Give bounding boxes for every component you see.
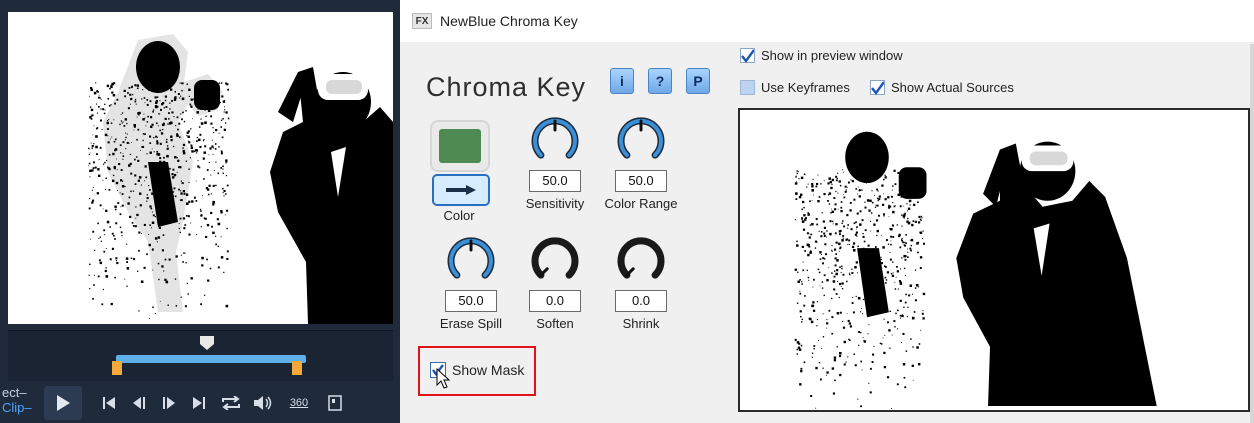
soften-knob-group: 0.0 Soften: [510, 234, 600, 331]
checkmark-icon: [871, 80, 884, 95]
shrink-knob-group: 0.0 Shrink: [596, 234, 686, 331]
use-keyframes-option[interactable]: Use Keyframes: [740, 80, 850, 95]
show-actual-sources-checkbox[interactable]: [870, 80, 885, 95]
video-editor-panel: ect– Clip– 360: [0, 0, 400, 423]
soften-value-field[interactable]: 0.0: [529, 290, 581, 312]
color-label: Color: [443, 208, 475, 223]
step-back-button[interactable]: [124, 388, 154, 418]
sensitivity-knob-group: 50.0 Sensitivity: [510, 114, 600, 211]
shrink-knob[interactable]: [616, 234, 666, 286]
show-mask-label[interactable]: Show Mask: [452, 362, 524, 378]
mouse-cursor-icon: [436, 368, 451, 389]
help-button[interactable]: ?: [648, 68, 672, 94]
show-in-preview-option[interactable]: Show in preview window: [740, 48, 903, 63]
dialog-right-edge: [1250, 44, 1254, 423]
erase-spill-knob-group: 50.0 Erase Spill: [426, 234, 516, 331]
trim-start-handle[interactable]: [112, 361, 122, 375]
fx-logo-icon: FX: [412, 13, 432, 29]
360-icon: 360: [289, 396, 309, 409]
key-color-fill: [439, 129, 481, 163]
repeat-icon: [222, 395, 240, 410]
repeat-button[interactable]: [214, 388, 248, 418]
soften-label: Soften: [536, 316, 574, 331]
playhead-marker[interactable]: [198, 335, 216, 351]
key-color-swatch[interactable]: [430, 120, 490, 172]
transport-controls: 360: [0, 382, 400, 423]
360-button[interactable]: 360: [278, 388, 320, 418]
trim-range-bar[interactable]: [116, 355, 306, 363]
show-actual-sources-label[interactable]: Show Actual Sources: [891, 80, 1014, 95]
show-mask-highlight: Show Mask: [418, 346, 536, 396]
previous-icon: [103, 396, 115, 409]
effect-preview-window: [738, 108, 1250, 412]
chroma-key-dialog: FX NewBlue Chroma Key Chroma Key i ? P C…: [400, 0, 1254, 423]
next-icon: [193, 396, 205, 409]
crop-button[interactable]: [320, 388, 350, 418]
previous-button[interactable]: [94, 388, 124, 418]
eyedropper-button[interactable]: [432, 174, 490, 206]
timeline-scrubber[interactable]: [8, 330, 393, 381]
erase-spill-label: Erase Spill: [439, 316, 503, 331]
preset-button[interactable]: P: [686, 68, 710, 94]
use-keyframes-checkbox[interactable]: [740, 80, 755, 95]
volume-button[interactable]: [248, 388, 278, 418]
erase-spill-knob[interactable]: [446, 234, 496, 286]
color-range-label: Color Range: [604, 196, 678, 211]
show-in-preview-label[interactable]: Show in preview window: [761, 48, 903, 63]
color-range-value-field[interactable]: 50.0: [615, 170, 667, 192]
shrink-label: Shrink: [622, 316, 660, 331]
step-forward-icon: [163, 396, 175, 409]
video-preview: [8, 12, 393, 324]
checkmark-icon: [741, 48, 754, 63]
soften-knob[interactable]: [530, 234, 580, 286]
eyedropper-icon: [446, 185, 476, 195]
sensitivity-knob[interactable]: [530, 114, 580, 166]
step-forward-button[interactable]: [154, 388, 184, 418]
color-range-knob[interactable]: [616, 114, 666, 166]
sensitivity-label: Sensitivity: [525, 196, 585, 211]
play-button[interactable]: [44, 385, 82, 420]
info-button[interactable]: i: [610, 68, 634, 94]
shrink-value-field[interactable]: 0.0: [615, 290, 667, 312]
show-in-preview-checkbox[interactable]: [740, 48, 755, 63]
color-range-knob-group: 50.0 Color Range: [596, 114, 686, 211]
volume-icon: [254, 395, 272, 410]
trim-end-handle[interactable]: [292, 361, 302, 375]
step-back-icon: [133, 396, 145, 409]
next-button[interactable]: [184, 388, 214, 418]
show-actual-sources-option[interactable]: Show Actual Sources: [870, 80, 1014, 95]
chroma-key-heading: Chroma Key: [426, 72, 587, 102]
sensitivity-value-field[interactable]: 50.0: [529, 170, 581, 192]
dialog-titlebar[interactable]: FX NewBlue Chroma Key: [400, 0, 1254, 42]
use-keyframes-label[interactable]: Use Keyframes: [761, 80, 850, 95]
dialog-title: NewBlue Chroma Key: [440, 13, 578, 29]
erase-spill-value-field[interactable]: 50.0: [445, 290, 497, 312]
play-icon: [57, 394, 70, 411]
crop-icon: [328, 394, 342, 411]
